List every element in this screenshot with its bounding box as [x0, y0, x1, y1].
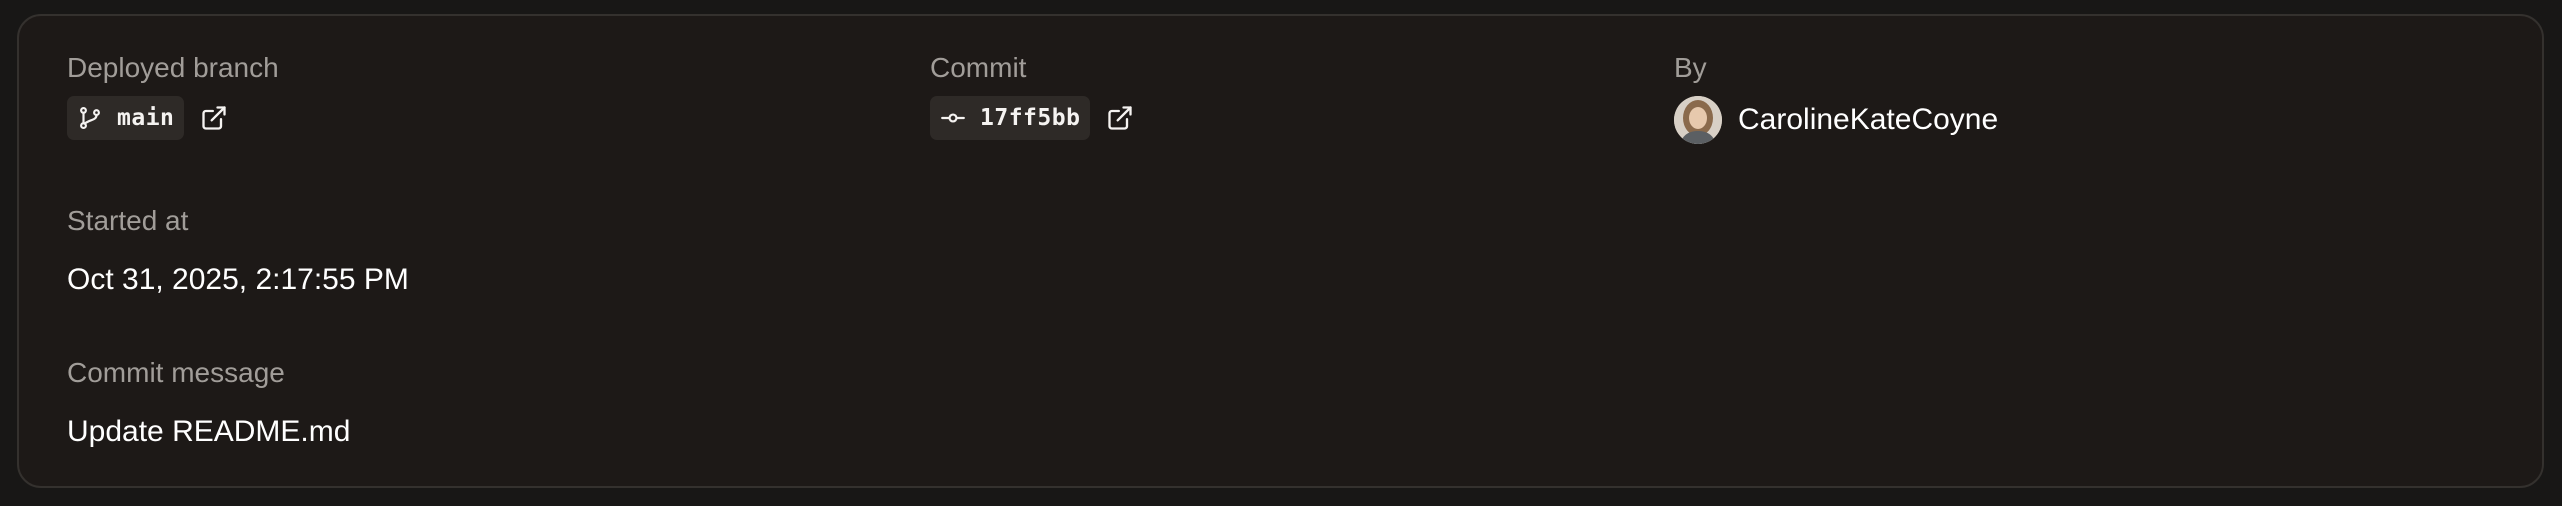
deployed-branch-label: Deployed branch	[67, 52, 279, 83]
author-username[interactable]: CarolineKateCoyne	[1738, 101, 1998, 139]
started-at-label: Started at	[67, 205, 189, 236]
branch-chip[interactable]: main	[67, 96, 185, 140]
git-commit-icon	[941, 113, 965, 123]
deployed-branch-field: Deployed branch main	[67, 50, 279, 140]
author-label: By	[1674, 52, 1707, 83]
commit-message-field: Commit message Update README.md	[67, 355, 350, 451]
avatar[interactable]	[1674, 96, 1722, 144]
author-field: By CarolineKateCoyne	[1674, 50, 1998, 144]
commit-field: Commit 17ff5bb	[930, 50, 1134, 140]
started-at-value: Oct 31, 2025, 2:17:55 PM	[67, 263, 409, 296]
commit-message-label: Commit message	[67, 357, 285, 388]
deployment-details-card: Deployed branch main Commit 17ff5bb By C…	[17, 14, 2544, 488]
commit-message-value: Update README.md	[67, 415, 351, 448]
commit-label: Commit	[930, 52, 1027, 83]
external-link-icon[interactable]	[200, 104, 228, 132]
branch-name: main	[117, 105, 175, 131]
commit-sha: 17ff5bb	[980, 105, 1081, 131]
git-branch-icon	[80, 106, 100, 130]
started-at-field: Started at Oct 31, 2025, 2:17:55 PM	[67, 203, 409, 299]
commit-chip[interactable]: 17ff5bb	[930, 96, 1091, 140]
avatar-image	[1674, 96, 1722, 144]
external-link-icon[interactable]	[1106, 104, 1134, 132]
